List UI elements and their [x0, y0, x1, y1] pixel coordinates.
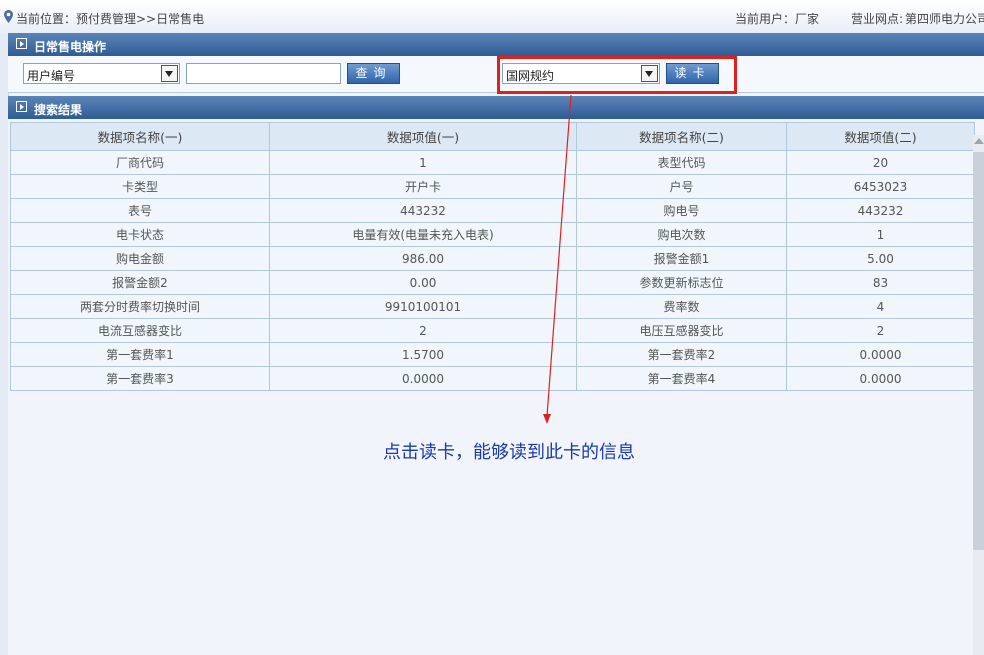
results-table: 数据项名称(一) 数据项值(一) 数据项名称(二) 数据项值(二) 厂商代码 1 表… — [10, 122, 975, 391]
data-item-name-cell: 卡类型 — [10, 174, 270, 199]
business-site-label: 营业网点: — [851, 12, 904, 26]
data-item-value-cell: 2 — [786, 318, 975, 343]
table-row: 第一套费率3 0.0000 第一套费率4 0.0000 — [10, 366, 975, 391]
data-item-name-cell: 第一套费率2 — [576, 342, 787, 367]
data-item-name-cell: 厂商代码 — [10, 150, 270, 175]
data-item-name-cell: 参数更新标志位 — [576, 270, 787, 295]
column-header: 数据项值(二) — [786, 122, 975, 151]
data-item-value-cell: 0.0000 — [786, 366, 975, 391]
data-item-value-cell: 9910100101 — [269, 294, 577, 319]
chevron-down-icon[interactable] — [161, 65, 178, 82]
data-item-value-cell: 20 — [786, 150, 975, 175]
data-item-value-cell: 2 — [269, 318, 577, 343]
data-item-value-cell: 6453023 — [786, 174, 975, 199]
top-bar: 当前位置：预付费管理>>日常售电 当前用户： 厂家 营业网点: 第四师电力公司 — [0, 0, 984, 34]
data-item-value-cell: 443232 — [786, 198, 975, 223]
column-header: 数据项名称(二) — [576, 122, 787, 151]
scrollbar-thumb[interactable] — [973, 152, 984, 550]
table-row: 表号 443232 购电号 443232 — [10, 198, 975, 223]
annotation-text: 点击读卡，能够读到此卡的信息 — [383, 442, 635, 463]
data-item-name-cell: 购电号 — [576, 198, 787, 223]
table-row: 报警金额2 0.00 参数更新标志位 83 — [10, 270, 975, 295]
data-item-name-cell: 报警金额1 — [576, 246, 787, 271]
data-item-name-cell: 表型代码 — [576, 150, 787, 175]
data-item-name-cell: 电卡状态 — [10, 222, 270, 247]
operation-row: 用户编号 查询 国网规约 读卡 — [8, 56, 984, 93]
data-item-name-cell: 费率数 — [576, 294, 787, 319]
table-row: 电流互感器变比 2 电压互感器变比 2 — [10, 318, 975, 343]
field-select-value: 用户编号 — [27, 69, 76, 83]
current-user-value: 厂家 — [795, 12, 820, 26]
location-pin-icon — [4, 10, 13, 23]
query-button[interactable]: 查询 — [347, 63, 400, 84]
table-row: 卡类型 开户卡 户号 6453023 — [10, 174, 975, 199]
data-item-name-cell: 电流互感器变比 — [10, 318, 270, 343]
column-header: 数据项名称(一) — [10, 122, 270, 151]
data-item-name-cell: 报警金额2 — [10, 270, 270, 295]
data-item-value-cell: 5.00 — [786, 246, 975, 271]
data-item-value-cell: 开户卡 — [269, 174, 577, 199]
data-item-value-cell: 986.00 — [269, 246, 577, 271]
table-row: 厂商代码 1 表型代码 20 — [10, 150, 975, 175]
search-input[interactable] — [186, 63, 341, 84]
data-item-name-cell: 第一套费率4 — [576, 366, 787, 391]
data-item-value-cell: 1 — [786, 222, 975, 247]
data-item-value-cell: 443232 — [269, 198, 577, 223]
data-item-name-cell: 购电次数 — [576, 222, 787, 247]
panel-toggle-icon[interactable] — [16, 38, 27, 49]
operation-panel-title: 日常售电操作 — [34, 40, 107, 54]
breadcrumb: 当前位置：预付费管理>>日常售电 — [16, 12, 205, 26]
data-item-value-cell: 4 — [786, 294, 975, 319]
table-header-row: 数据项名称(一) 数据项值(一) 数据项名称(二) 数据项值(二) — [10, 122, 975, 151]
data-item-value-cell: 0.0000 — [269, 366, 577, 391]
results-panel-title: 搜索结果 — [34, 103, 83, 117]
data-item-value-cell: 电量有效(电量未充入电表) — [269, 222, 577, 247]
scroll-up-icon[interactable] — [974, 138, 984, 144]
results-panel-header: 搜索结果 — [8, 96, 984, 119]
data-item-value-cell: 0.00 — [269, 270, 577, 295]
data-item-value-cell: 1 — [269, 150, 577, 175]
annotation-highlight-box — [497, 56, 737, 94]
column-header: 数据项值(一) — [269, 122, 577, 151]
table-row: 两套分时费率切换时间 9910100101 费率数 4 — [10, 294, 975, 319]
panel-toggle-icon[interactable] — [16, 101, 27, 112]
business-site-value: 第四师电力公司 — [905, 12, 984, 26]
current-user-label: 当前用户： — [735, 12, 796, 26]
data-item-value-cell: 83 — [786, 270, 975, 295]
data-item-name-cell: 第一套费率3 — [10, 366, 270, 391]
data-item-name-cell: 购电金额 — [10, 246, 270, 271]
table-row: 购电金额 986.00 报警金额1 5.00 — [10, 246, 975, 271]
field-select[interactable]: 用户编号 — [23, 63, 180, 84]
table-row: 电卡状态 电量有效(电量未充入电表) 购电次数 1 — [10, 222, 975, 247]
data-item-name-cell: 两套分时费率切换时间 — [10, 294, 270, 319]
operation-panel-header: 日常售电操作 — [8, 33, 984, 56]
data-item-name-cell: 户号 — [576, 174, 787, 199]
table-row: 第一套费率1 1.5700 第一套费率2 0.0000 — [10, 342, 975, 367]
data-item-value-cell: 1.5700 — [269, 342, 577, 367]
data-item-name-cell: 电压互感器变比 — [576, 318, 787, 343]
data-item-value-cell: 0.0000 — [786, 342, 975, 367]
data-item-name-cell: 第一套费率1 — [10, 342, 270, 367]
data-item-name-cell: 表号 — [10, 198, 270, 223]
